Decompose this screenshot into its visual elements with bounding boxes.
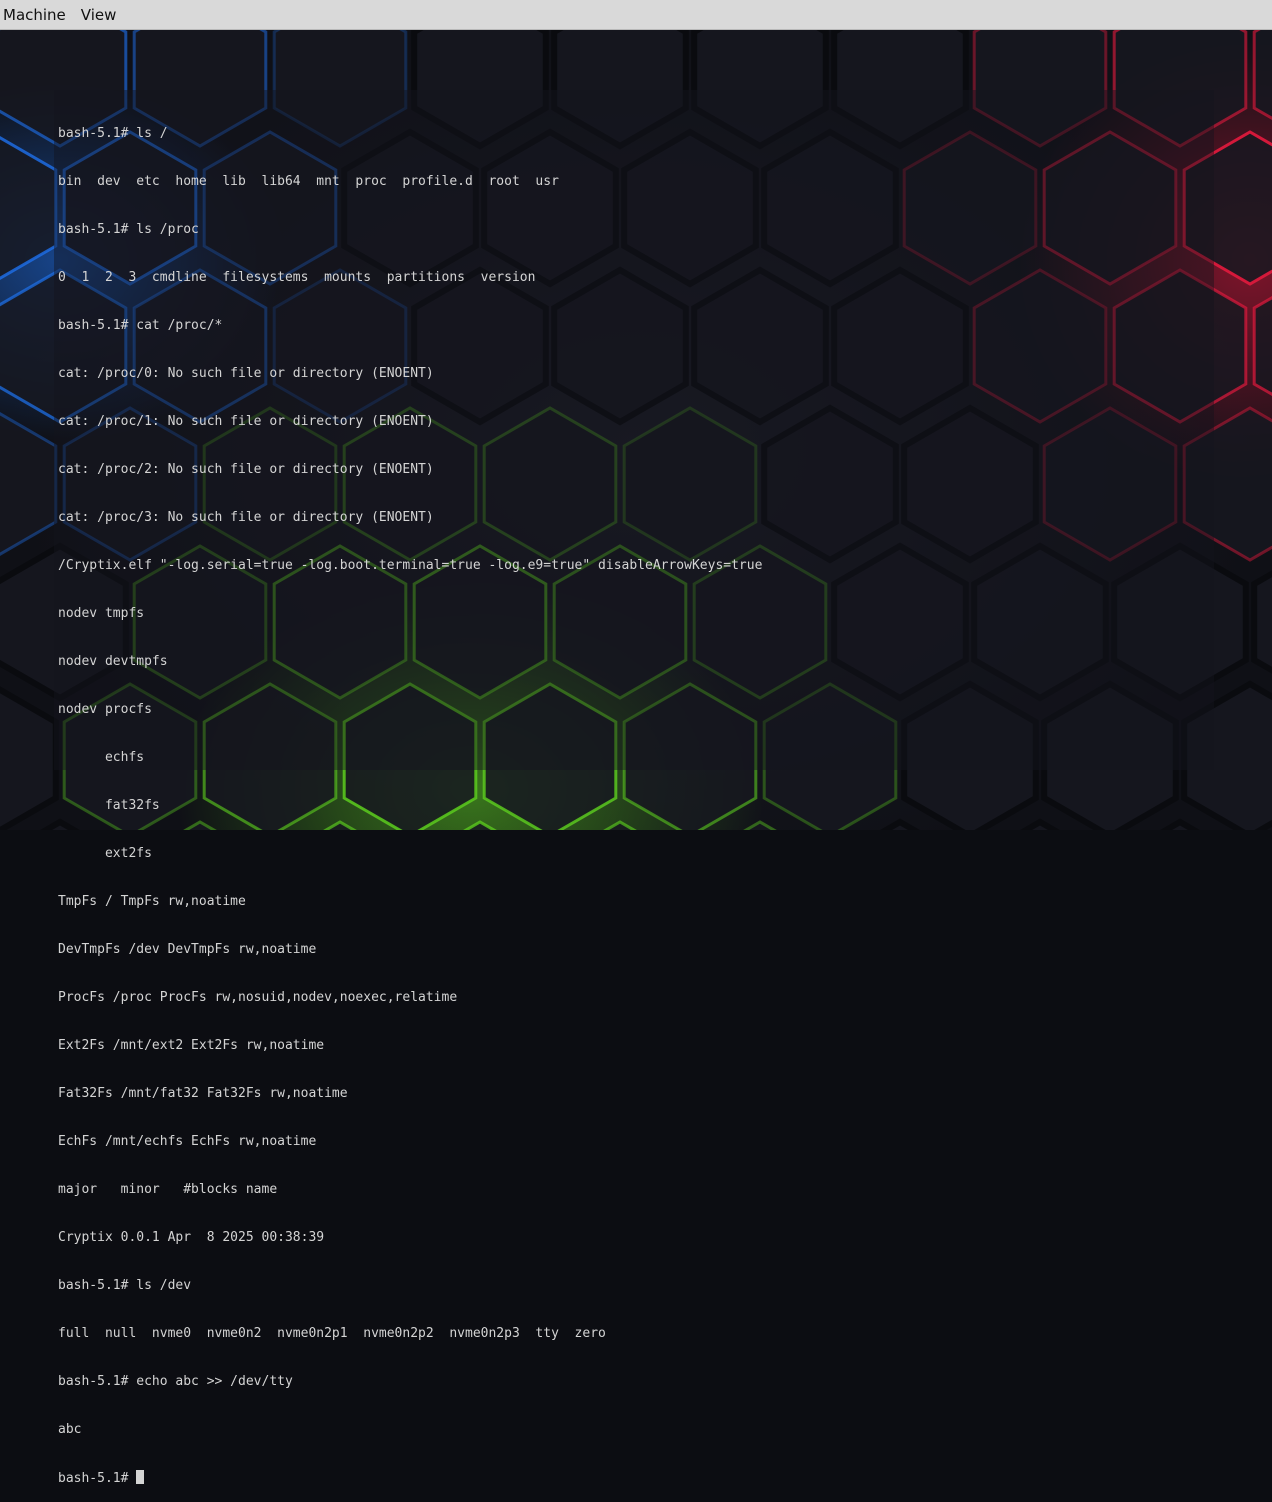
terminal-line: 0 1 2 3 cmdline filesystems mounts parti… [58,270,536,285]
terminal-line: cat: /proc/0: No such file or directory … [58,366,434,381]
terminal-line: bin dev etc home lib lib64 mnt proc prof… [58,174,559,189]
terminal-line: ext2fs [58,846,152,861]
terminal-line: bash-5.1# ls /proc [58,222,199,237]
terminal-line: full null nvme0 nvme0n2 nvme0n2p1 nvme0n… [58,1326,606,1341]
terminal-line: nodev tmpfs [58,606,145,621]
menu-machine[interactable]: Machine [1,6,68,24]
menu-bar: Machine View [0,0,1272,30]
terminal-line: Fat32Fs /mnt/fat32 Fat32Fs rw,noatime [58,1086,348,1101]
terminal-line: Cryptix 0.0.1 Apr 8 2025 00:38:39 [58,1230,325,1245]
terminal-line: nodev procfs [58,702,152,717]
terminal-line: abc [58,1422,82,1437]
terminal-line: cat: /proc/3: No such file or directory … [58,510,434,525]
terminal-prompt-line[interactable]: bash-5.1# [58,1470,762,1486]
terminal-line: bash-5.1# echo abc >> /dev/tty [58,1374,293,1389]
terminal-line: EchFs /mnt/echfs EchFs rw,noatime [58,1134,317,1149]
hexagon-tile [0,136,58,280]
terminal-line: Ext2Fs /mnt/ext2 Ext2Fs rw,noatime [58,1038,325,1053]
terminal-prompt: bash-5.1# [58,1471,137,1486]
terminal-line: nodev devtmpfs [58,654,168,669]
terminal-line: echfs [58,750,145,765]
terminal-output[interactable]: bash-5.1# ls / bin dev etc home lib lib6… [58,94,762,1502]
terminal-line: bash-5.1# ls / [58,126,168,141]
hexagon-tile [0,686,59,830]
hexagon-tile [1252,295,1272,397]
terminal-line: ProcFs /proc ProcFs rw,nosuid,nodev,noex… [58,990,458,1005]
hexagon-tile [0,412,58,556]
terminal-line: bash-5.1# ls /dev [58,1278,192,1293]
terminal-line: cat: /proc/2: No such file or directory … [58,462,434,477]
hexagon-tile [1251,570,1272,674]
hexagon-tile [1252,30,1272,121]
terminal-line: /Cryptix.elf "-log.serial=true -log.boot… [58,558,763,573]
terminal-cursor [136,1470,145,1484]
terminal-line: DevTmpFs /dev DevTmpFs rw,noatime [58,942,317,957]
terminal-line: major minor #blocks name [58,1182,278,1197]
terminal-line: cat: /proc/1: No such file or directory … [58,414,434,429]
terminal-line: bash-5.1# cat /proc/* [58,318,223,333]
terminal-line: TmpFs / TmpFs rw,noatime [58,894,246,909]
terminal-line: fat32fs [58,798,160,813]
menu-view[interactable]: View [79,6,119,24]
